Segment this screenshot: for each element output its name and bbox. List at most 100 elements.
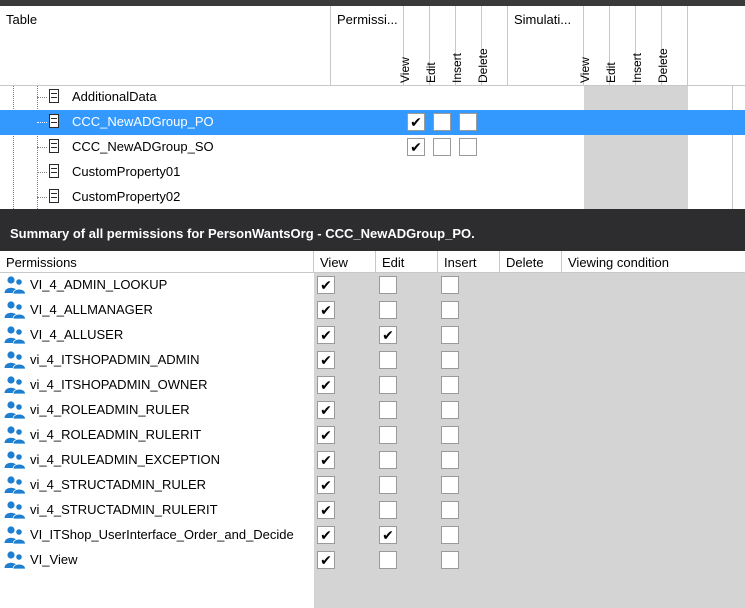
table-icon bbox=[49, 114, 59, 128]
user-group-icon bbox=[4, 301, 26, 320]
header-label: Viewing condition bbox=[568, 255, 669, 270]
tree-branch bbox=[37, 122, 47, 123]
view-checkbox[interactable]: ✔ bbox=[317, 451, 335, 469]
permission-row[interactable]: vi_4_STRUCTADMIN_RULERIT bbox=[0, 498, 314, 523]
header-label: View bbox=[320, 255, 348, 270]
edit-checkbox[interactable] bbox=[379, 276, 397, 294]
header-label: Edit bbox=[382, 255, 405, 270]
header-simulation[interactable]: Simulati... bbox=[508, 6, 584, 86]
header-permissions-label: Permissi... bbox=[337, 12, 398, 27]
header-permissions[interactable]: Permissi... bbox=[331, 6, 404, 86]
view-checkbox[interactable]: ✔ bbox=[317, 476, 335, 494]
permission-row[interactable]: vi_4_ROLEADMIN_RULERIT bbox=[0, 423, 314, 448]
insert-checkbox[interactable] bbox=[441, 326, 459, 344]
insert-checkbox[interactable] bbox=[441, 526, 459, 544]
tree-branch bbox=[37, 147, 47, 148]
permission-row[interactable]: VI_4_ADMIN_LOOKUP bbox=[0, 273, 314, 298]
permission-row[interactable]: vi_4_ROLEADMIN_RULER bbox=[0, 398, 314, 423]
table-permissions-grid: Table Permissi... View Edit Insert Delet… bbox=[0, 6, 745, 209]
edit-checkbox[interactable] bbox=[433, 113, 451, 131]
permission-row[interactable]: vi_4_ITSHOPADMIN_ADMIN bbox=[0, 348, 314, 373]
insert-checkbox[interactable] bbox=[441, 401, 459, 419]
table-row-name: CCC_NewADGroup_SO bbox=[72, 139, 214, 154]
header-perm-view-label: View bbox=[398, 57, 412, 83]
view-checkbox[interactable]: ✔ bbox=[317, 551, 335, 569]
edit-checkbox[interactable]: ✔ bbox=[379, 526, 397, 544]
permission-row[interactable]: vi_4_ITSHOPADMIN_OWNER bbox=[0, 373, 314, 398]
user-group-icon bbox=[4, 426, 26, 445]
insert-checkbox[interactable] bbox=[441, 451, 459, 469]
view-checkbox[interactable]: ✔ bbox=[407, 113, 425, 131]
header-sim-delete-label: Delete bbox=[656, 48, 670, 83]
permission-row[interactable]: VI_4_ALLUSER bbox=[0, 323, 314, 348]
table-row[interactable]: CustomProperty02 bbox=[0, 185, 745, 209]
permission-name: VI_View bbox=[30, 552, 78, 567]
user-group-icon bbox=[4, 526, 26, 545]
view-checkbox[interactable]: ✔ bbox=[317, 501, 335, 519]
edit-checkbox[interactable] bbox=[379, 401, 397, 419]
view-checkbox[interactable]: ✔ bbox=[317, 376, 335, 394]
insert-checkbox[interactable] bbox=[441, 551, 459, 569]
edit-checkbox[interactable] bbox=[379, 426, 397, 444]
header-sim-delete[interactable]: Delete bbox=[656, 6, 688, 86]
permission-row[interactable]: vi_4_RULEADMIN_EXCEPTION bbox=[0, 448, 314, 473]
view-checkbox[interactable]: ✔ bbox=[317, 426, 335, 444]
table-icon bbox=[49, 164, 59, 178]
header-insert[interactable]: Insert bbox=[438, 251, 500, 273]
permission-row[interactable]: VI_4_ALLMANAGER bbox=[0, 298, 314, 323]
edit-checkbox[interactable] bbox=[379, 451, 397, 469]
view-checkbox[interactable]: ✔ bbox=[407, 138, 425, 156]
header-perm-delete[interactable]: Delete bbox=[476, 6, 508, 86]
edit-checkbox[interactable] bbox=[379, 351, 397, 369]
table-row-selected[interactable]: CCC_NewADGroup_PO ✔ bbox=[0, 110, 745, 135]
table-row[interactable]: CustomProperty01 bbox=[0, 160, 745, 185]
header-edit[interactable]: Edit bbox=[376, 251, 438, 273]
header-delete[interactable]: Delete bbox=[500, 251, 562, 273]
insert-checkbox[interactable] bbox=[441, 351, 459, 369]
permission-row[interactable]: VI_View bbox=[0, 548, 314, 573]
insert-checkbox[interactable] bbox=[459, 113, 477, 131]
edit-checkbox[interactable]: ✔ bbox=[379, 326, 397, 344]
user-group-icon bbox=[4, 326, 26, 345]
insert-checkbox[interactable] bbox=[441, 426, 459, 444]
view-checkbox[interactable]: ✔ bbox=[317, 526, 335, 544]
edit-checkbox[interactable] bbox=[379, 301, 397, 319]
insert-checkbox[interactable] bbox=[441, 301, 459, 319]
header-sim-view-label: View bbox=[578, 57, 592, 83]
user-group-icon bbox=[4, 551, 26, 570]
edit-checkbox[interactable] bbox=[433, 138, 451, 156]
edit-checkbox[interactable] bbox=[379, 551, 397, 569]
table-row[interactable]: AdditionalData bbox=[0, 85, 745, 110]
view-checkbox[interactable]: ✔ bbox=[317, 401, 335, 419]
edit-checkbox[interactable] bbox=[379, 476, 397, 494]
insert-checkbox[interactable] bbox=[459, 138, 477, 156]
header-permissions-name[interactable]: Permissions bbox=[0, 251, 314, 273]
view-checkbox[interactable]: ✔ bbox=[317, 301, 335, 319]
view-checkbox[interactable]: ✔ bbox=[317, 276, 335, 294]
permission-row[interactable]: VI_ITShop_UserInterface_Order_and_Decide bbox=[0, 523, 314, 548]
insert-checkbox[interactable] bbox=[441, 476, 459, 494]
header-viewing-condition[interactable]: Viewing condition bbox=[562, 251, 745, 273]
header-sim-edit-label: Edit bbox=[604, 62, 618, 83]
user-group-icon bbox=[4, 351, 26, 370]
insert-checkbox[interactable] bbox=[441, 501, 459, 519]
view-checkbox[interactable]: ✔ bbox=[317, 351, 335, 369]
permission-row[interactable]: vi_4_STRUCTADMIN_RULER bbox=[0, 473, 314, 498]
edit-checkbox[interactable] bbox=[379, 376, 397, 394]
user-group-icon bbox=[4, 451, 26, 470]
header-perm-delete-label: Delete bbox=[476, 48, 490, 83]
header-table[interactable]: Table bbox=[0, 6, 331, 86]
edit-checkbox[interactable] bbox=[379, 501, 397, 519]
header-filler bbox=[688, 6, 745, 86]
table-row[interactable]: CCC_NewADGroup_SO ✔ bbox=[0, 135, 745, 160]
header-view[interactable]: View bbox=[314, 251, 376, 273]
permission-name: VI_ITShop_UserInterface_Order_and_Decide bbox=[30, 527, 294, 542]
header-table-label: Table bbox=[6, 12, 38, 27]
view-checkbox[interactable]: ✔ bbox=[317, 326, 335, 344]
insert-checkbox[interactable] bbox=[441, 376, 459, 394]
table-icon bbox=[49, 139, 59, 153]
header-perm-edit-label: Edit bbox=[424, 62, 438, 83]
table-row-name: CustomProperty02 bbox=[72, 189, 181, 204]
insert-checkbox[interactable] bbox=[441, 276, 459, 294]
permissions-summary-grid: Permissions View Edit Insert Delete View… bbox=[0, 251, 745, 608]
